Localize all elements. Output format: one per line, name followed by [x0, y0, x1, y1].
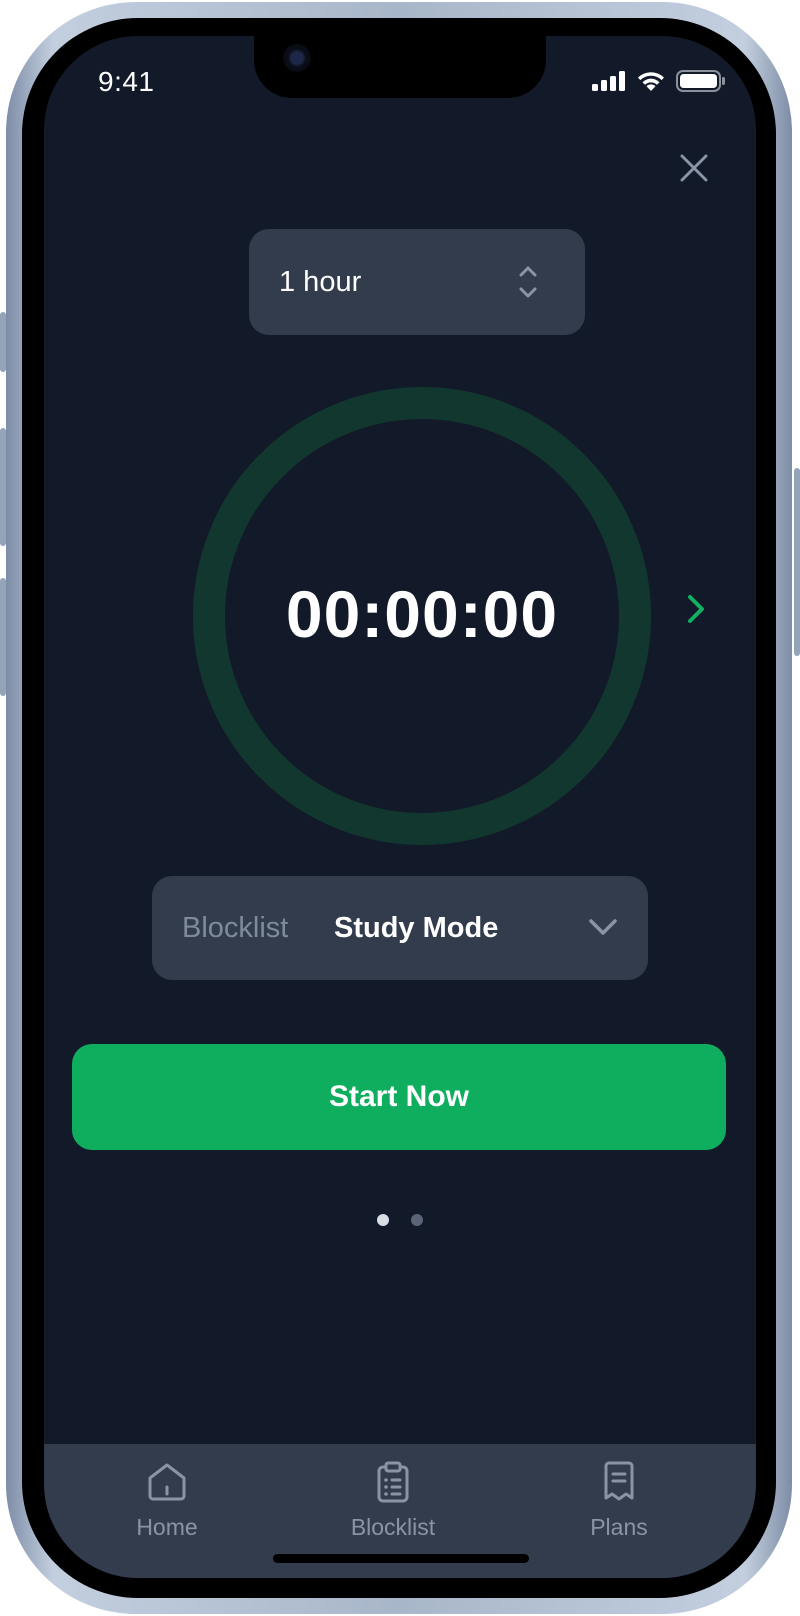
tab-blocklist[interactable]: Blocklist	[318, 1460, 468, 1541]
timer-display: 00:00:00	[285, 577, 559, 651]
tab-home[interactable]: Home	[92, 1460, 242, 1541]
action-button	[0, 312, 6, 372]
status-icons	[592, 70, 726, 92]
tab-plans[interactable]: Plans	[544, 1460, 694, 1541]
start-now-button[interactable]: Start Now	[72, 1044, 726, 1150]
receipt-icon	[604, 1461, 634, 1501]
wifi-icon	[638, 72, 664, 91]
close-icon	[680, 154, 708, 182]
volume-down-button	[0, 578, 6, 696]
page-dot[interactable]	[411, 1214, 423, 1226]
tab-home-label: Home	[136, 1514, 198, 1540]
tab-plans-label: Plans	[590, 1514, 648, 1540]
cellular-signal-icon	[592, 71, 625, 91]
tab-blocklist-label: Blocklist	[350, 1514, 436, 1540]
notch	[254, 36, 546, 98]
home-indicator	[273, 1554, 529, 1563]
up-down-chevron-icon	[519, 266, 537, 298]
blocklist-value: Study Mode	[334, 912, 499, 944]
front-camera	[283, 44, 311, 72]
power-button	[794, 468, 800, 656]
chevron-down-icon	[589, 919, 617, 935]
page-dot-active[interactable]	[377, 1214, 389, 1226]
duration-select[interactable]: 1 hour	[249, 229, 585, 335]
blocklist-select[interactable]: Blocklist Study Mode	[152, 876, 648, 980]
next-page-button[interactable]	[684, 592, 708, 626]
battery-icon	[676, 70, 725, 92]
close-button[interactable]	[678, 152, 710, 184]
app-screen: 9:41 1 hour 00:00:00 Blocklist Study Mod…	[44, 36, 756, 1578]
status-time: 9:41	[98, 66, 155, 97]
chevron-right-icon	[688, 595, 704, 623]
home-icon	[148, 1463, 186, 1501]
duration-value: 1 hour	[279, 265, 362, 298]
page-indicator	[44, 1214, 756, 1226]
volume-up-button	[0, 428, 6, 546]
blocklist-label: Blocklist	[182, 912, 289, 944]
clipboard-list-icon	[377, 1461, 409, 1503]
